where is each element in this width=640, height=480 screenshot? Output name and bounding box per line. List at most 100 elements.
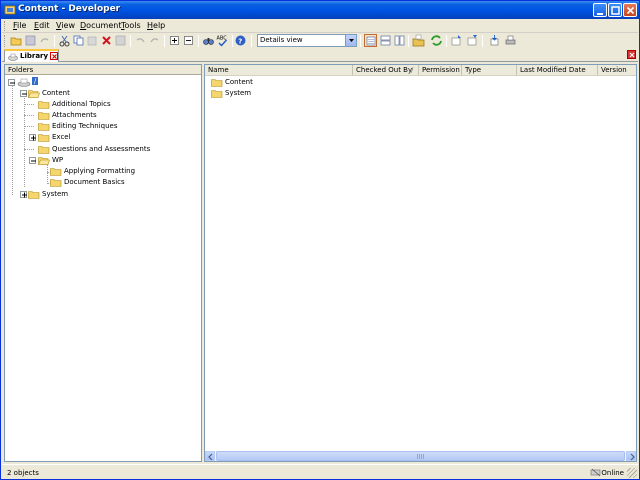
print-button[interactable] — [504, 34, 517, 47]
menu-tools[interactable]: Tools — [121, 21, 141, 30]
delete-button[interactable] — [100, 34, 113, 47]
folder-icon — [38, 123, 50, 131]
menu-grip[interactable] — [4, 21, 7, 31]
tree-node-questions-and-assessments[interactable]: Questions and Assessments — [38, 144, 178, 155]
view-mode-select[interactable]: Details view — [257, 34, 357, 47]
publish-icon — [490, 35, 499, 46]
sort-indicator: / — [411, 66, 414, 74]
collapse-all-button[interactable] — [182, 34, 195, 47]
minimize-icon — [597, 13, 603, 15]
resize-grip[interactable] — [627, 468, 637, 478]
maximize-button[interactable] — [608, 3, 622, 17]
expand-icon — [170, 36, 179, 45]
column-type[interactable]: Type — [462, 65, 517, 75]
folder-icon — [50, 179, 62, 187]
menu-file[interactable]: File — [13, 21, 26, 30]
document-list-pane[interactable]: Name Checked Out By / Permission Type La… — [204, 64, 637, 462]
horizontal-scrollbar[interactable] — [205, 451, 636, 461]
maximize-icon — [611, 6, 620, 15]
properties-button[interactable] — [114, 34, 127, 47]
undo-button[interactable] — [134, 34, 147, 47]
status-bar: 2 objects Online — [2, 464, 638, 479]
tree-node-additional-topics[interactable]: Additional Topics — [38, 99, 158, 110]
open-button[interactable] — [412, 34, 425, 47]
close-button[interactable] — [623, 3, 637, 17]
publish-button[interactable] — [488, 34, 501, 47]
close-all-tabs-button[interactable] — [627, 50, 636, 59]
minimize-button[interactable] — [593, 3, 607, 17]
spellcheck-button[interactable]: ABC — [216, 34, 229, 47]
undo-icon — [136, 38, 145, 43]
copy-button[interactable] — [72, 34, 85, 47]
list-view-button[interactable] — [379, 34, 392, 47]
chevron-right-icon — [630, 453, 635, 461]
checkout-icon — [451, 35, 461, 46]
scroll-left-button[interactable] — [205, 451, 215, 461]
tab-library[interactable]: Library — [4, 49, 59, 62]
checkin-button[interactable] — [466, 34, 479, 47]
connection-status: Online — [601, 469, 624, 477]
title-bar[interactable]: Content - Developer — [1, 1, 639, 19]
expand-icon[interactable] — [20, 191, 27, 198]
tree-node-system[interactable]: System — [18, 189, 98, 200]
tree-node-applying-formatting[interactable]: Applying Formatting — [50, 166, 170, 177]
folder-icon — [211, 79, 223, 87]
close-icon — [52, 54, 57, 59]
menu-help[interactable]: Help — [147, 21, 165, 30]
tree-node-content[interactable]: Content — [18, 88, 98, 99]
column-permission[interactable]: Permission — [419, 65, 462, 75]
details-view-button[interactable] — [364, 34, 377, 47]
tree-root-label: / — [32, 77, 39, 85]
folder-icon — [28, 191, 40, 199]
thumbnails-view-icon — [394, 35, 405, 46]
expand-all-button[interactable] — [168, 34, 181, 47]
tree-node-excel[interactable]: Excel — [29, 132, 149, 143]
details-view-icon — [366, 36, 376, 46]
delete-icon — [102, 36, 111, 45]
toolbar-grip[interactable] — [4, 35, 7, 47]
redo-button[interactable] — [148, 34, 161, 47]
tree-node-editing-techniques[interactable]: Editing Techniques — [38, 121, 158, 132]
forward-button[interactable] — [38, 34, 51, 47]
help-button[interactable]: ? — [234, 34, 247, 47]
expand-icon[interactable] — [29, 134, 36, 141]
svg-text:?: ? — [238, 37, 242, 45]
tab-close-button[interactable] — [50, 52, 58, 60]
thumbnails-view-button[interactable] — [393, 34, 406, 47]
menu-bar: File Edit View Document Tools Help — [2, 19, 638, 33]
paste-button[interactable] — [86, 34, 99, 47]
list-item[interactable]: Content — [211, 77, 351, 88]
list-item[interactable]: System — [211, 88, 351, 99]
tree-node-document-basics[interactable]: Document Basics — [50, 177, 170, 188]
column-name[interactable]: Name — [205, 65, 353, 75]
folder-tree-pane[interactable]: Folders / Content Additional Topics Atta… — [4, 64, 202, 462]
refresh-button[interactable] — [430, 34, 443, 47]
view-mode-value: Details view — [260, 36, 303, 44]
save-button[interactable] — [24, 34, 37, 47]
tree-node-wp[interactable]: WP — [29, 155, 89, 166]
column-last-modified-date[interactable]: Last Modified Date — [517, 65, 598, 75]
collapse-icon[interactable] — [20, 90, 27, 97]
main-window: Content - Developer File Edit View Docum… — [0, 0, 640, 480]
scroll-thumb[interactable] — [216, 451, 625, 461]
document-tab-strip: Library — [2, 49, 638, 62]
column-version[interactable]: Version — [598, 65, 636, 75]
find-button[interactable] — [202, 34, 215, 47]
scroll-right-button[interactable] — [626, 451, 636, 461]
collapse-icon[interactable] — [8, 79, 15, 86]
column-checked-out-by[interactable]: Checked Out By / — [353, 65, 419, 75]
open-folder-button[interactable] — [10, 34, 23, 47]
column-headers: Name Checked Out By / Permission Type La… — [205, 65, 636, 76]
checkin-icon — [467, 35, 477, 46]
checkout-button[interactable] — [450, 34, 463, 47]
cut-button[interactable] — [58, 34, 71, 47]
tree-node-attachments[interactable]: Attachments — [38, 110, 158, 121]
collapse-icon[interactable] — [29, 157, 36, 164]
copy-icon — [73, 35, 84, 46]
menu-document[interactable]: Document — [80, 21, 121, 30]
menu-view[interactable]: View — [56, 21, 75, 30]
chevron-down-icon[interactable] — [345, 35, 356, 46]
tree-node-root[interactable]: / — [7, 77, 47, 88]
menu-edit[interactable]: Edit — [34, 21, 50, 30]
folder-icon — [50, 168, 62, 176]
